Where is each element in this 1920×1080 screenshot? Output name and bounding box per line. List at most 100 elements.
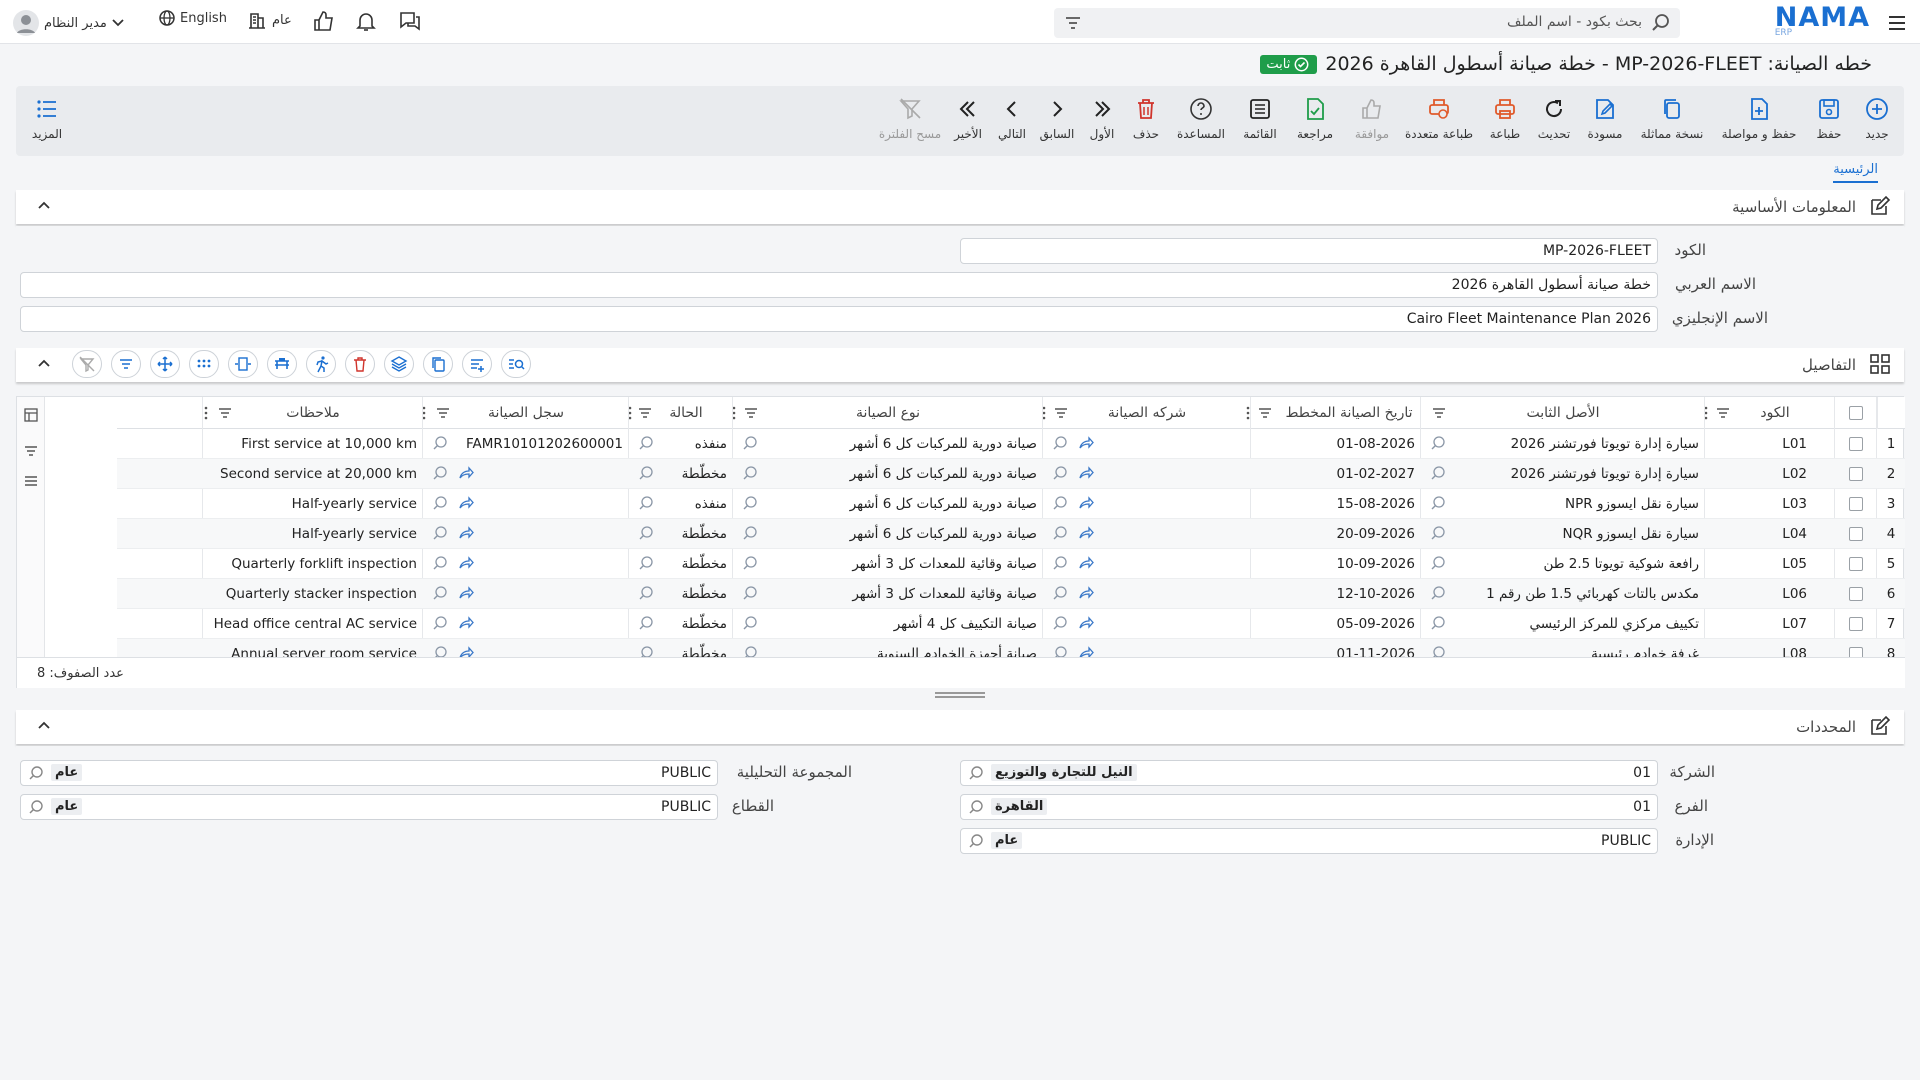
lookup-icon[interactable] bbox=[431, 554, 449, 572]
open-link-icon[interactable] bbox=[1077, 584, 1095, 602]
user-menu[interactable]: مدير النظام bbox=[12, 9, 125, 37]
lookup-icon[interactable] bbox=[741, 614, 759, 632]
tab-main[interactable]: الرئيسية bbox=[1833, 162, 1878, 183]
open-link-icon[interactable] bbox=[1077, 614, 1095, 632]
copy-row-icon[interactable] bbox=[423, 350, 453, 378]
dimensions-header[interactable]: المحددات bbox=[16, 710, 1904, 744]
open-link-icon[interactable] bbox=[457, 524, 475, 542]
department-field[interactable]: PUBLIC عام bbox=[960, 828, 1658, 854]
like-icon[interactable] bbox=[312, 9, 336, 33]
lookup-icon[interactable] bbox=[1051, 464, 1069, 482]
lookup-icon[interactable] bbox=[637, 524, 655, 542]
approve-button[interactable]: موافقة bbox=[1346, 96, 1398, 141]
more-button[interactable]: المزيد bbox=[28, 96, 66, 141]
code-field[interactable]: MP-2026-FLEET bbox=[960, 238, 1658, 264]
next-button[interactable]: التالي bbox=[992, 96, 1032, 141]
header-notes[interactable]: ملاحظات bbox=[203, 397, 423, 429]
analytic-group-field[interactable]: PUBLIC عام bbox=[20, 760, 718, 786]
lookup-icon[interactable] bbox=[1429, 464, 1447, 482]
lookup-icon[interactable] bbox=[1051, 524, 1069, 542]
lookup-icon[interactable] bbox=[741, 434, 759, 452]
header-code[interactable]: الكود bbox=[1704, 397, 1835, 429]
lookup-icon[interactable] bbox=[1051, 554, 1069, 572]
lookup-icon[interactable] bbox=[741, 584, 759, 602]
delete-row-icon[interactable] bbox=[345, 350, 375, 378]
row-select[interactable] bbox=[1835, 489, 1877, 519]
resize-handle[interactable] bbox=[935, 692, 985, 700]
table-row[interactable]: 8 L08 غرفة خوادم رئيسية 01-11-2026 صيانة أجه… bbox=[117, 639, 1905, 657]
lookup-icon[interactable] bbox=[1051, 614, 1069, 632]
open-link-icon[interactable] bbox=[457, 464, 475, 482]
row-checkbox[interactable] bbox=[1849, 467, 1863, 481]
lookup-icon[interactable] bbox=[637, 554, 655, 572]
lookup-icon[interactable] bbox=[741, 464, 759, 482]
open-link-icon[interactable] bbox=[457, 614, 475, 632]
print-button[interactable]: طباعة bbox=[1482, 96, 1528, 141]
company-field[interactable]: 01 النيل للتجارة والتوزيع bbox=[960, 760, 1658, 786]
lookup-icon[interactable] bbox=[1429, 554, 1447, 572]
lookup-icon[interactable] bbox=[1429, 584, 1447, 602]
run-icon[interactable] bbox=[306, 350, 336, 378]
lookup-icon[interactable] bbox=[431, 464, 449, 482]
header-select-all[interactable] bbox=[1835, 397, 1877, 429]
scope-selector[interactable]: عام bbox=[246, 9, 292, 31]
multi-print-button[interactable]: طباعة متعددة bbox=[1402, 96, 1476, 141]
row-checkbox[interactable] bbox=[1849, 437, 1863, 451]
save-button[interactable]: حفظ bbox=[1806, 96, 1852, 141]
dots-grid-icon[interactable] bbox=[189, 350, 219, 378]
layers-icon[interactable] bbox=[384, 350, 414, 378]
lookup-icon[interactable] bbox=[637, 584, 655, 602]
add-lines-icon[interactable] bbox=[462, 350, 492, 378]
lookup-icon[interactable] bbox=[431, 614, 449, 632]
header-type[interactable]: نوع الصيانة bbox=[732, 397, 1043, 429]
lookup-icon[interactable] bbox=[637, 614, 655, 632]
global-search[interactable]: بحث بكود - اسم الملف bbox=[1054, 8, 1680, 38]
duplicate-button[interactable]: نسخة مماثلة bbox=[1634, 96, 1710, 141]
draft-button[interactable]: مسودة bbox=[1582, 96, 1628, 141]
table-row[interactable]: 5 L05 رافعة شوكية تويوتا 2.5 طن 10-09-2026 ص… bbox=[117, 549, 1905, 579]
open-link-icon[interactable] bbox=[1077, 644, 1095, 657]
row-checkbox[interactable] bbox=[1849, 557, 1863, 571]
lookup-icon[interactable] bbox=[637, 494, 655, 512]
language-selector[interactable]: English bbox=[158, 9, 227, 27]
lookup-icon[interactable] bbox=[431, 584, 449, 602]
new-button[interactable]: جديد bbox=[1850, 96, 1904, 141]
chevron-up-icon[interactable] bbox=[34, 716, 54, 736]
branch-field[interactable]: 01 القاهرة bbox=[960, 794, 1658, 820]
lookup-icon[interactable] bbox=[1051, 434, 1069, 452]
table-row[interactable]: 3 L03 سيارة نقل ايسوزو NPR 15-08-2026 صيانة … bbox=[117, 489, 1905, 519]
table-row[interactable]: 4 L04 سيارة نقل ايسوزو NQR 20-09-2026 صيانة … bbox=[117, 519, 1905, 549]
lookup-icon[interactable] bbox=[431, 644, 449, 657]
lookup-icon[interactable] bbox=[1051, 584, 1069, 602]
lookup-icon[interactable] bbox=[741, 494, 759, 512]
messages-icon[interactable] bbox=[398, 9, 422, 33]
lookup-icon[interactable] bbox=[1051, 644, 1069, 657]
list-button[interactable]: القائمة bbox=[1236, 96, 1284, 141]
delete-button[interactable]: حذف bbox=[1126, 96, 1166, 141]
open-link-icon[interactable] bbox=[1077, 524, 1095, 542]
row-checkbox[interactable] bbox=[1849, 587, 1863, 601]
row-select[interactable] bbox=[1835, 609, 1877, 639]
lookup-icon[interactable] bbox=[431, 494, 449, 512]
lookup-icon[interactable] bbox=[431, 434, 449, 452]
lookup-icon[interactable] bbox=[1429, 494, 1447, 512]
row-select[interactable] bbox=[1835, 549, 1877, 579]
lookup-icon[interactable] bbox=[637, 434, 655, 452]
arabic-name-field[interactable]: خطة صيانة أسطول القاهرة 2026 bbox=[20, 272, 1658, 298]
row-checkbox[interactable] bbox=[1849, 647, 1863, 657]
help-button[interactable]: المساعدة bbox=[1170, 96, 1232, 141]
table-row[interactable]: 6 L06 مكدس بالتات كهربائي 1.5 طن رقم 1 12-1… bbox=[117, 579, 1905, 609]
lookup-icon[interactable] bbox=[637, 644, 655, 657]
search-list-icon[interactable] bbox=[501, 350, 531, 378]
table-row[interactable]: 7 L07 تكييف مركزي للمركز الرئيسي 05-09-2026… bbox=[117, 609, 1905, 639]
app-logo[interactable]: NAMA ERP bbox=[1775, 4, 1870, 40]
refresh-button[interactable]: تحديث bbox=[1532, 96, 1576, 141]
row-select[interactable] bbox=[1835, 639, 1877, 657]
open-link-icon[interactable] bbox=[457, 644, 475, 657]
row-checkbox[interactable] bbox=[1849, 497, 1863, 511]
clear-filter-button[interactable]: مسح الفلترة bbox=[874, 96, 946, 141]
lookup-icon[interactable] bbox=[637, 464, 655, 482]
row-select[interactable] bbox=[1835, 519, 1877, 549]
row-select[interactable] bbox=[1835, 429, 1877, 459]
lookup-icon[interactable] bbox=[741, 524, 759, 542]
